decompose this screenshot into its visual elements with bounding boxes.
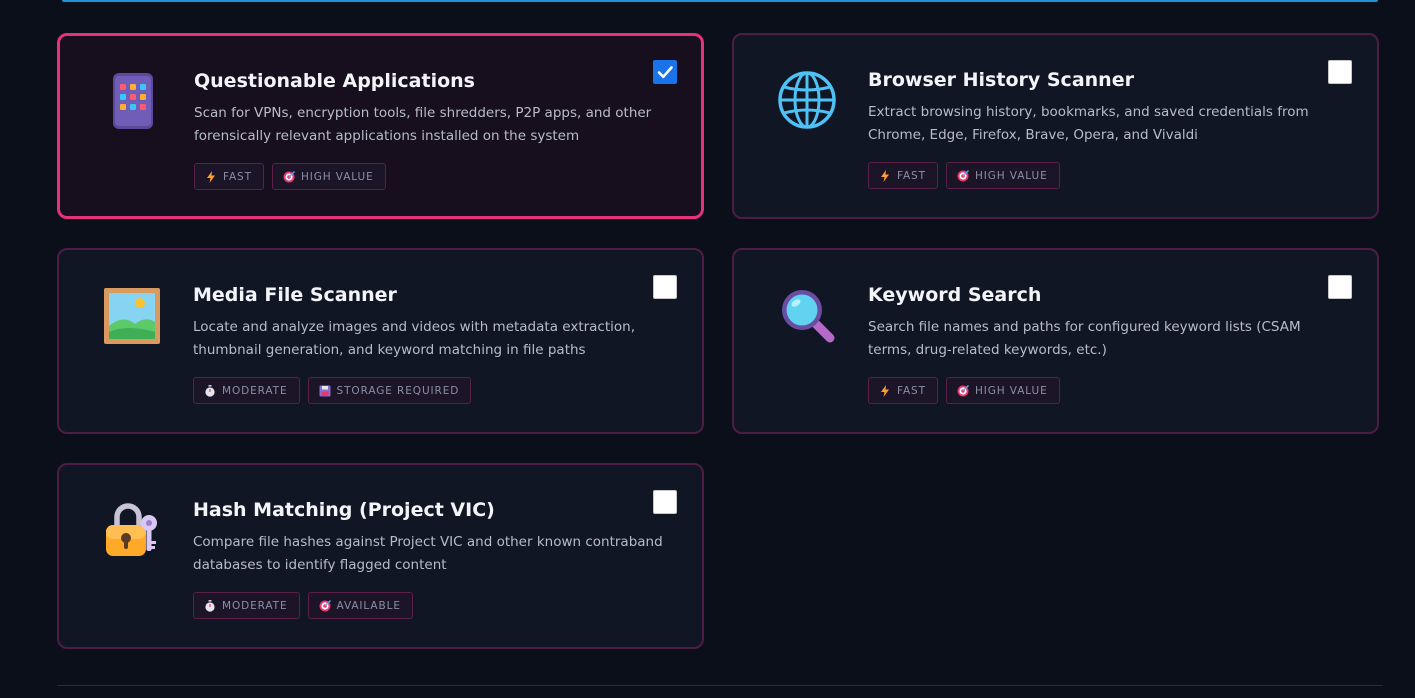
checkmark-icon bbox=[657, 66, 673, 79]
magnifier-icon bbox=[778, 286, 836, 344]
select-checkbox[interactable] bbox=[1328, 275, 1352, 299]
lightning-icon bbox=[879, 384, 891, 397]
select-checkbox[interactable] bbox=[653, 490, 677, 514]
card-description: Locate and analyze images and videos wit… bbox=[193, 319, 636, 358]
card-title: Hash Matching (Project VIC) bbox=[193, 499, 495, 521]
tag-list: FAST HIGH VALUE bbox=[868, 162, 1060, 189]
tag-label: STORAGE REQUIRED bbox=[336, 384, 460, 397]
tag-badge: HIGH VALUE bbox=[271, 163, 386, 190]
module-card-browser-history-scanner[interactable]: Browser History Scanner Extract browsing… bbox=[732, 33, 1379, 219]
card-title: Browser History Scanner bbox=[868, 69, 1134, 91]
tag-label: FAST bbox=[897, 384, 926, 397]
section-divider bbox=[57, 685, 1383, 686]
card-description: Compare file hashes against Project VIC … bbox=[193, 534, 663, 573]
module-card-questionable-applications[interactable]: Questionable Applications Scan for VPNs,… bbox=[57, 33, 704, 219]
card-description: Extract browsing history, bookmarks, and… bbox=[868, 104, 1309, 143]
card-title: Media File Scanner bbox=[193, 284, 397, 306]
module-card-hash-matching[interactable]: Hash Matching (Project VIC) Compare file… bbox=[57, 463, 704, 649]
target-icon bbox=[319, 599, 331, 612]
tag-badge: HIGH VALUE bbox=[945, 162, 1060, 189]
tag-label: FAST bbox=[897, 169, 926, 182]
card-description: Search file names and paths for configur… bbox=[868, 319, 1301, 358]
tag-badge: HIGH VALUE bbox=[945, 377, 1060, 404]
tag-badge: MODERATE bbox=[193, 592, 300, 619]
tag-label: HIGH VALUE bbox=[974, 169, 1048, 182]
module-card-media-file-scanner[interactable]: Media File Scanner Locate and analyze im… bbox=[57, 248, 704, 434]
target-icon bbox=[957, 384, 969, 397]
tag-badge: FAST bbox=[194, 163, 264, 190]
select-checkbox[interactable] bbox=[653, 60, 677, 84]
select-checkbox[interactable] bbox=[653, 275, 677, 299]
tag-badge: FAST bbox=[868, 377, 938, 404]
card-title: Keyword Search bbox=[868, 284, 1042, 306]
stopwatch-icon bbox=[204, 384, 216, 397]
tag-label: MODERATE bbox=[222, 384, 288, 397]
globe-icon bbox=[778, 71, 836, 129]
tag-label: MODERATE bbox=[222, 599, 288, 612]
tag-label: AVAILABLE bbox=[336, 599, 401, 612]
target-icon bbox=[283, 170, 295, 183]
lightning-icon bbox=[205, 170, 217, 183]
lock-key-icon bbox=[103, 501, 161, 559]
framed-picture-icon bbox=[103, 286, 161, 344]
tag-label: HIGH VALUE bbox=[300, 170, 374, 183]
lightning-icon bbox=[879, 169, 891, 182]
card-title: Questionable Applications bbox=[194, 70, 475, 92]
tag-label: FAST bbox=[223, 170, 252, 183]
module-card-keyword-search[interactable]: Keyword Search Search file names and pat… bbox=[732, 248, 1379, 434]
tag-badge: FAST bbox=[868, 162, 938, 189]
tag-badge: AVAILABLE bbox=[307, 592, 413, 619]
card-description: Scan for VPNs, encryption tools, file sh… bbox=[194, 105, 652, 144]
top-accent-bar bbox=[62, 0, 1378, 2]
tag-list: MODERATE AVAILABLE bbox=[193, 592, 413, 619]
tag-list: MODERATE STORAGE REQUIRED bbox=[193, 377, 472, 404]
floppy-disk-icon bbox=[319, 385, 331, 397]
select-checkbox[interactable] bbox=[1328, 60, 1352, 84]
tag-badge: STORAGE REQUIRED bbox=[307, 377, 472, 404]
mobile-phone-icon bbox=[104, 72, 162, 130]
tag-label: HIGH VALUE bbox=[974, 384, 1048, 397]
target-icon bbox=[957, 169, 969, 182]
tag-badge: MODERATE bbox=[193, 377, 300, 404]
stopwatch-icon bbox=[204, 599, 216, 612]
tag-list: FAST HIGH VALUE bbox=[194, 163, 386, 190]
tag-list: FAST HIGH VALUE bbox=[868, 377, 1060, 404]
